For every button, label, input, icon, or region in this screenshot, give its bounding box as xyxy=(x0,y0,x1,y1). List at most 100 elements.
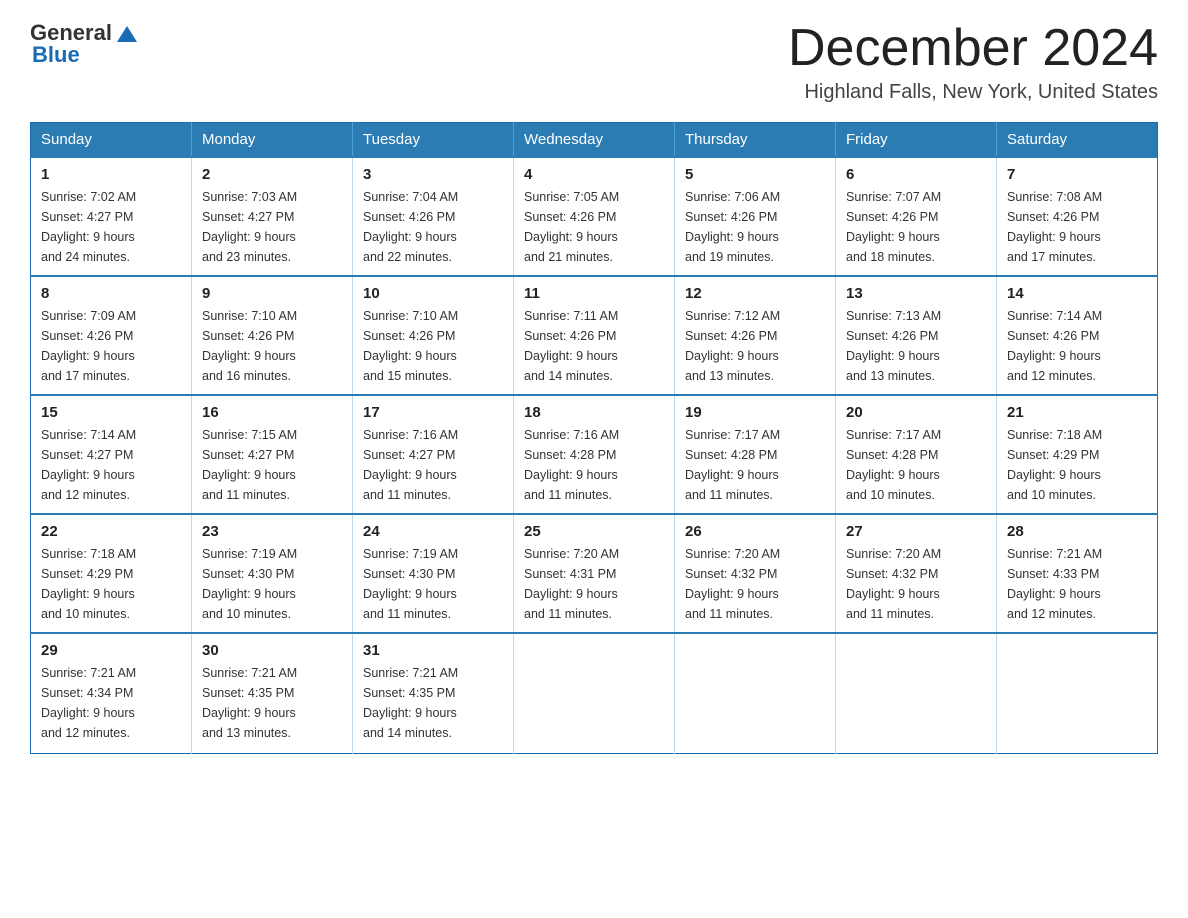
day-info: Sunrise: 7:17 AMSunset: 4:28 PMDaylight:… xyxy=(685,428,780,502)
logo: General Blue xyxy=(30,20,137,68)
calendar-cell: 16 Sunrise: 7:15 AMSunset: 4:27 PMDaylig… xyxy=(192,395,353,514)
day-info: Sunrise: 7:14 AMSunset: 4:27 PMDaylight:… xyxy=(41,428,136,502)
day-number: 20 xyxy=(846,404,986,421)
day-info: Sunrise: 7:10 AMSunset: 4:26 PMDaylight:… xyxy=(363,309,458,383)
day-info: Sunrise: 7:20 AMSunset: 4:32 PMDaylight:… xyxy=(846,547,941,621)
day-info: Sunrise: 7:12 AMSunset: 4:26 PMDaylight:… xyxy=(685,309,780,383)
calendar-cell: 3 Sunrise: 7:04 AMSunset: 4:26 PMDayligh… xyxy=(353,157,514,276)
location-title: Highland Falls, New York, United States xyxy=(788,81,1158,104)
day-number: 13 xyxy=(846,285,986,302)
day-info: Sunrise: 7:05 AMSunset: 4:26 PMDaylight:… xyxy=(524,190,619,264)
calendar-cell: 9 Sunrise: 7:10 AMSunset: 4:26 PMDayligh… xyxy=(192,276,353,395)
day-info: Sunrise: 7:09 AMSunset: 4:26 PMDaylight:… xyxy=(41,309,136,383)
calendar-cell: 25 Sunrise: 7:20 AMSunset: 4:31 PMDaylig… xyxy=(514,514,675,633)
day-number: 19 xyxy=(685,404,825,421)
header-thursday: Thursday xyxy=(675,123,836,158)
calendar-cell: 10 Sunrise: 7:10 AMSunset: 4:26 PMDaylig… xyxy=(353,276,514,395)
calendar-cell: 6 Sunrise: 7:07 AMSunset: 4:26 PMDayligh… xyxy=(836,157,997,276)
calendar-cell: 20 Sunrise: 7:17 AMSunset: 4:28 PMDaylig… xyxy=(836,395,997,514)
calendar-cell: 12 Sunrise: 7:12 AMSunset: 4:26 PMDaylig… xyxy=(675,276,836,395)
week-row-5: 29 Sunrise: 7:21 AMSunset: 4:34 PMDaylig… xyxy=(31,633,1158,753)
day-number: 12 xyxy=(685,285,825,302)
calendar-cell: 17 Sunrise: 7:16 AMSunset: 4:27 PMDaylig… xyxy=(353,395,514,514)
day-number: 15 xyxy=(41,404,181,421)
day-number: 7 xyxy=(1007,166,1147,183)
month-title: December 2024 xyxy=(788,20,1158,77)
day-number: 10 xyxy=(363,285,503,302)
calendar-cell xyxy=(675,633,836,753)
day-number: 23 xyxy=(202,523,342,540)
calendar-cell: 4 Sunrise: 7:05 AMSunset: 4:26 PMDayligh… xyxy=(514,157,675,276)
day-info: Sunrise: 7:16 AMSunset: 4:27 PMDaylight:… xyxy=(363,428,458,502)
calendar-table: SundayMondayTuesdayWednesdayThursdayFrid… xyxy=(30,122,1158,754)
header-tuesday: Tuesday xyxy=(353,123,514,158)
day-number: 18 xyxy=(524,404,664,421)
day-info: Sunrise: 7:21 AMSunset: 4:33 PMDaylight:… xyxy=(1007,547,1102,621)
calendar-cell: 11 Sunrise: 7:11 AMSunset: 4:26 PMDaylig… xyxy=(514,276,675,395)
calendar-cell xyxy=(514,633,675,753)
day-number: 16 xyxy=(202,404,342,421)
day-number: 8 xyxy=(41,285,181,302)
week-row-1: 1 Sunrise: 7:02 AMSunset: 4:27 PMDayligh… xyxy=(31,157,1158,276)
day-number: 4 xyxy=(524,166,664,183)
day-number: 25 xyxy=(524,523,664,540)
calendar-cell: 28 Sunrise: 7:21 AMSunset: 4:33 PMDaylig… xyxy=(997,514,1158,633)
day-info: Sunrise: 7:16 AMSunset: 4:28 PMDaylight:… xyxy=(524,428,619,502)
calendar-cell xyxy=(836,633,997,753)
page-header: General Blue December 2024 Highland Fall… xyxy=(30,20,1158,104)
day-info: Sunrise: 7:04 AMSunset: 4:26 PMDaylight:… xyxy=(363,190,458,264)
header-saturday: Saturday xyxy=(997,123,1158,158)
calendar-cell xyxy=(997,633,1158,753)
title-area: December 2024 Highland Falls, New York, … xyxy=(788,20,1158,104)
day-number: 28 xyxy=(1007,523,1147,540)
header-wednesday: Wednesday xyxy=(514,123,675,158)
day-number: 14 xyxy=(1007,285,1147,302)
week-row-4: 22 Sunrise: 7:18 AMSunset: 4:29 PMDaylig… xyxy=(31,514,1158,633)
calendar-cell: 23 Sunrise: 7:19 AMSunset: 4:30 PMDaylig… xyxy=(192,514,353,633)
logo-blue: Blue xyxy=(30,42,80,68)
week-row-2: 8 Sunrise: 7:09 AMSunset: 4:26 PMDayligh… xyxy=(31,276,1158,395)
day-number: 27 xyxy=(846,523,986,540)
weekday-header-row: SundayMondayTuesdayWednesdayThursdayFrid… xyxy=(31,123,1158,158)
calendar-cell: 30 Sunrise: 7:21 AMSunset: 4:35 PMDaylig… xyxy=(192,633,353,753)
calendar-cell: 27 Sunrise: 7:20 AMSunset: 4:32 PMDaylig… xyxy=(836,514,997,633)
calendar-cell: 8 Sunrise: 7:09 AMSunset: 4:26 PMDayligh… xyxy=(31,276,192,395)
day-info: Sunrise: 7:08 AMSunset: 4:26 PMDaylight:… xyxy=(1007,190,1102,264)
day-info: Sunrise: 7:07 AMSunset: 4:26 PMDaylight:… xyxy=(846,190,941,264)
day-info: Sunrise: 7:14 AMSunset: 4:26 PMDaylight:… xyxy=(1007,309,1102,383)
week-row-3: 15 Sunrise: 7:14 AMSunset: 4:27 PMDaylig… xyxy=(31,395,1158,514)
day-number: 3 xyxy=(363,166,503,183)
day-number: 30 xyxy=(202,642,342,659)
logo-triangle-icon xyxy=(117,26,137,42)
calendar-cell: 1 Sunrise: 7:02 AMSunset: 4:27 PMDayligh… xyxy=(31,157,192,276)
day-info: Sunrise: 7:17 AMSunset: 4:28 PMDaylight:… xyxy=(846,428,941,502)
calendar-cell: 15 Sunrise: 7:14 AMSunset: 4:27 PMDaylig… xyxy=(31,395,192,514)
day-number: 22 xyxy=(41,523,181,540)
calendar-cell: 14 Sunrise: 7:14 AMSunset: 4:26 PMDaylig… xyxy=(997,276,1158,395)
day-number: 24 xyxy=(363,523,503,540)
day-info: Sunrise: 7:20 AMSunset: 4:32 PMDaylight:… xyxy=(685,547,780,621)
day-number: 21 xyxy=(1007,404,1147,421)
day-number: 31 xyxy=(363,642,503,659)
day-number: 29 xyxy=(41,642,181,659)
day-number: 11 xyxy=(524,285,664,302)
calendar-cell: 2 Sunrise: 7:03 AMSunset: 4:27 PMDayligh… xyxy=(192,157,353,276)
header-sunday: Sunday xyxy=(31,123,192,158)
day-info: Sunrise: 7:21 AMSunset: 4:35 PMDaylight:… xyxy=(363,666,458,740)
calendar-cell: 7 Sunrise: 7:08 AMSunset: 4:26 PMDayligh… xyxy=(997,157,1158,276)
day-number: 26 xyxy=(685,523,825,540)
day-number: 2 xyxy=(202,166,342,183)
calendar-cell: 19 Sunrise: 7:17 AMSunset: 4:28 PMDaylig… xyxy=(675,395,836,514)
day-number: 6 xyxy=(846,166,986,183)
calendar-cell: 22 Sunrise: 7:18 AMSunset: 4:29 PMDaylig… xyxy=(31,514,192,633)
day-info: Sunrise: 7:13 AMSunset: 4:26 PMDaylight:… xyxy=(846,309,941,383)
header-monday: Monday xyxy=(192,123,353,158)
day-number: 17 xyxy=(363,404,503,421)
day-info: Sunrise: 7:18 AMSunset: 4:29 PMDaylight:… xyxy=(1007,428,1102,502)
day-info: Sunrise: 7:11 AMSunset: 4:26 PMDaylight:… xyxy=(524,309,618,383)
day-info: Sunrise: 7:02 AMSunset: 4:27 PMDaylight:… xyxy=(41,190,136,264)
day-info: Sunrise: 7:20 AMSunset: 4:31 PMDaylight:… xyxy=(524,547,619,621)
day-info: Sunrise: 7:10 AMSunset: 4:26 PMDaylight:… xyxy=(202,309,297,383)
day-info: Sunrise: 7:19 AMSunset: 4:30 PMDaylight:… xyxy=(202,547,297,621)
day-info: Sunrise: 7:18 AMSunset: 4:29 PMDaylight:… xyxy=(41,547,136,621)
